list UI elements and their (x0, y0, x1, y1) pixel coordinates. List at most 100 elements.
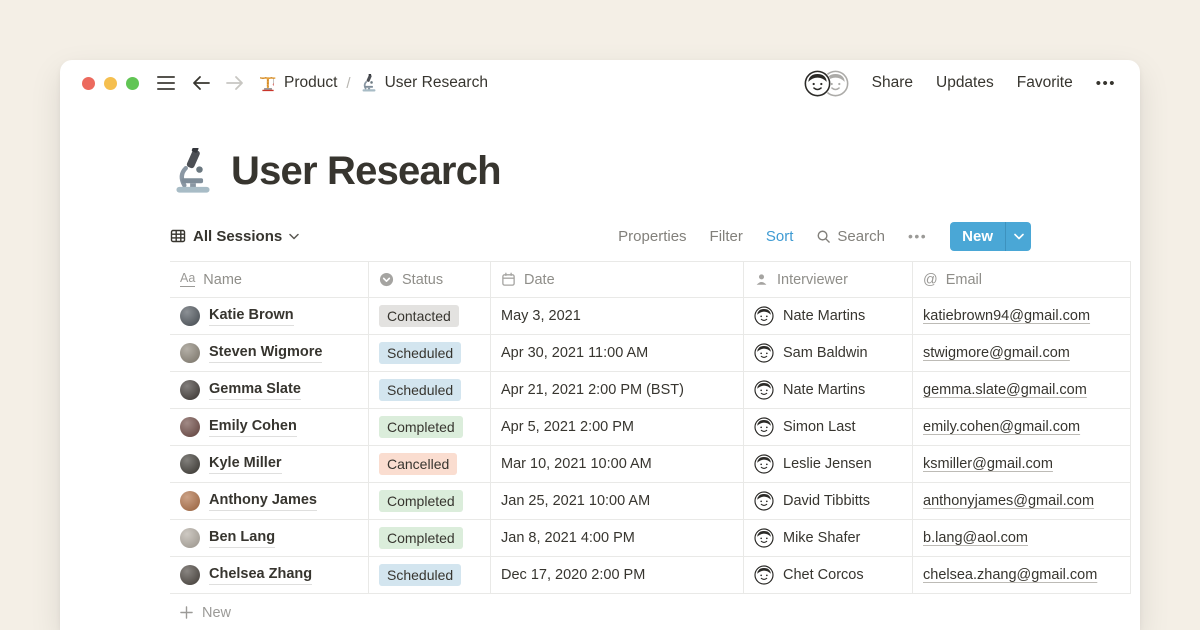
column-header-date[interactable]: Date (491, 262, 744, 297)
session-name-link[interactable]: Ben Lang (209, 528, 275, 548)
status-cell[interactable]: Scheduled (369, 372, 491, 408)
date-cell[interactable]: Apr 5, 2021 2:00 PM (491, 409, 744, 445)
name-cell[interactable]: Emily Cohen (170, 409, 369, 445)
view-switcher[interactable]: All Sessions (170, 228, 299, 245)
email-cell[interactable]: katiebrown94@gmail.com (913, 298, 1131, 334)
date-cell[interactable]: Dec 17, 2020 2:00 PM (491, 557, 744, 593)
interviewer-avatar (754, 528, 774, 548)
updates-button[interactable]: Updates (936, 74, 994, 92)
name-cell[interactable]: Chelsea Zhang (170, 557, 369, 593)
name-cell[interactable]: Gemma Slate (170, 372, 369, 408)
column-header-status[interactable]: Status (369, 262, 491, 297)
new-button-dropdown[interactable] (1005, 222, 1031, 251)
email-cell[interactable]: chelsea.zhang@gmail.com (913, 557, 1131, 593)
column-header-name[interactable]: Aa Name (170, 262, 369, 297)
new-button-label[interactable]: New (950, 222, 1005, 251)
interviewer-cell[interactable]: Nate Martins (744, 372, 913, 408)
column-header-email[interactable]: @ Email (913, 262, 1131, 297)
date-cell[interactable]: Apr 21, 2021 2:00 PM (BST) (491, 372, 744, 408)
menu-icon[interactable] (157, 76, 175, 90)
name-cell[interactable]: Anthony James (170, 483, 369, 519)
name-cell[interactable]: Ben Lang (170, 520, 369, 556)
breadcrumb-user-research[interactable]: User Research (360, 74, 488, 92)
minimize-window-button[interactable] (104, 77, 117, 90)
email-cell[interactable]: b.lang@aol.com (913, 520, 1131, 556)
name-cell[interactable]: Katie Brown (170, 298, 369, 334)
email-cell[interactable]: gemma.slate@gmail.com (913, 372, 1131, 408)
email-cell[interactable]: ksmiller@gmail.com (913, 446, 1131, 482)
traffic-lights (82, 77, 139, 90)
email-cell[interactable]: stwigmore@gmail.com (913, 335, 1131, 371)
session-name-link[interactable]: Katie Brown (209, 306, 294, 326)
email-link[interactable]: anthonyjames@gmail.com (923, 493, 1094, 509)
search-button[interactable]: Search (816, 228, 885, 245)
new-row-button[interactable]: New (170, 594, 1131, 630)
date-cell[interactable]: Jan 8, 2021 4:00 PM (491, 520, 744, 556)
search-label: Search (837, 228, 885, 245)
new-row-label: New (202, 605, 231, 621)
interviewer-cell[interactable]: Simon Last (744, 409, 913, 445)
interviewer-avatar (754, 343, 774, 363)
status-badge: Scheduled (379, 379, 461, 401)
session-name-link[interactable]: Chelsea Zhang (209, 565, 312, 585)
email-link[interactable]: katiebrown94@gmail.com (923, 308, 1090, 324)
avatar (180, 380, 200, 400)
back-arrow-icon[interactable] (191, 75, 211, 91)
interviewer-name: Mike Shafer (783, 530, 860, 546)
new-button[interactable]: New (950, 222, 1031, 251)
filter-button[interactable]: Filter (710, 228, 743, 245)
email-cell[interactable]: anthonyjames@gmail.com (913, 483, 1131, 519)
date-cell[interactable]: Mar 10, 2021 10:00 AM (491, 446, 744, 482)
email-link[interactable]: ksmiller@gmail.com (923, 456, 1053, 472)
column-header-interviewer[interactable]: Interviewer (744, 262, 913, 297)
date-cell[interactable]: May 3, 2021 (491, 298, 744, 334)
more-options-icon[interactable]: ••• (1096, 75, 1116, 92)
forward-arrow-icon[interactable] (225, 75, 245, 91)
page-title[interactable]: User Research (231, 149, 501, 194)
session-name-link[interactable]: Steven Wigmore (209, 343, 322, 363)
interviewer-cell[interactable]: Mike Shafer (744, 520, 913, 556)
status-cell[interactable]: Contacted (369, 298, 491, 334)
avatar (180, 306, 200, 326)
interviewer-name: David Tibbitts (783, 493, 870, 509)
interviewer-cell[interactable]: Leslie Jensen (744, 446, 913, 482)
email-link[interactable]: chelsea.zhang@gmail.com (923, 567, 1097, 583)
share-button[interactable]: Share (872, 74, 913, 92)
favorite-button[interactable]: Favorite (1017, 74, 1073, 92)
breadcrumb-product-label: Product (284, 74, 337, 92)
status-cell[interactable]: Scheduled (369, 557, 491, 593)
status-cell[interactable]: Completed (369, 409, 491, 445)
interviewer-cell[interactable]: Chet Corcos (744, 557, 913, 593)
status-cell[interactable]: Scheduled (369, 335, 491, 371)
session-name-link[interactable]: Anthony James (209, 491, 317, 511)
maximize-window-button[interactable] (126, 77, 139, 90)
status-cell[interactable]: Completed (369, 483, 491, 519)
close-window-button[interactable] (82, 77, 95, 90)
breadcrumb-product[interactable]: Product (259, 74, 337, 92)
name-cell[interactable]: Kyle Miller (170, 446, 369, 482)
interviewer-name: Chet Corcos (783, 567, 864, 583)
session-name-link[interactable]: Gemma Slate (209, 380, 301, 400)
microscope-icon[interactable] (170, 148, 216, 194)
properties-button[interactable]: Properties (618, 228, 686, 245)
name-cell[interactable]: Steven Wigmore (170, 335, 369, 371)
interviewer-cell[interactable]: David Tibbitts (744, 483, 913, 519)
email-link[interactable]: gemma.slate@gmail.com (923, 382, 1087, 398)
interviewer-cell[interactable]: Sam Baldwin (744, 335, 913, 371)
email-link[interactable]: stwigmore@gmail.com (923, 345, 1070, 361)
email-cell[interactable]: emily.cohen@gmail.com (913, 409, 1131, 445)
session-name-link[interactable]: Kyle Miller (209, 454, 282, 474)
toolbar-more-icon[interactable]: ••• (908, 228, 927, 244)
date-cell[interactable]: Apr 30, 2021 11:00 AM (491, 335, 744, 371)
interviewer-cell[interactable]: Nate Martins (744, 298, 913, 334)
email-link[interactable]: emily.cohen@gmail.com (923, 419, 1080, 435)
email-link[interactable]: b.lang@aol.com (923, 530, 1028, 546)
interviewer-avatar (754, 565, 774, 585)
session-name-link[interactable]: Emily Cohen (209, 417, 297, 437)
sort-button[interactable]: Sort (766, 228, 794, 245)
date-cell[interactable]: Jan 25, 2021 10:00 AM (491, 483, 744, 519)
text-property-icon: Aa (180, 272, 195, 287)
status-cell[interactable]: Cancelled (369, 446, 491, 482)
app-window: Product / User Research Share Updates Fa… (60, 60, 1140, 630)
status-cell[interactable]: Completed (369, 520, 491, 556)
